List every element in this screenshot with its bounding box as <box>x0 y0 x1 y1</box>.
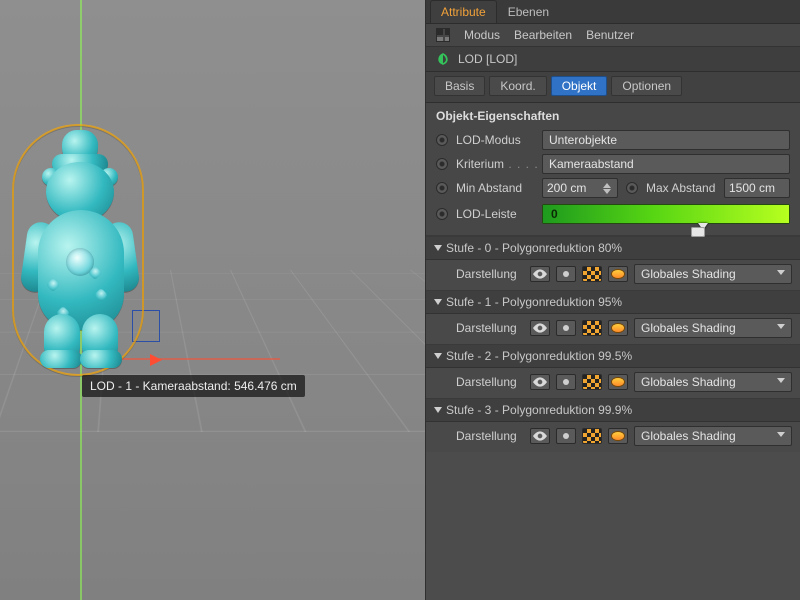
select-lod-modus-value: Unterobjekte <box>549 133 617 147</box>
stage-0-darstellung-label: Darstellung <box>434 267 524 281</box>
stage-1-darstellung-label: Darstellung <box>434 321 524 335</box>
stage-2-title: Stufe - 2 - Polygonreduktion 99.5% <box>446 349 632 363</box>
3d-viewport[interactable]: LOD - 1 - Kameraabstand: 546.476 cm <box>0 0 425 600</box>
select-lod-modus[interactable]: Unterobjekte <box>542 130 790 150</box>
shading-preview-icon[interactable] <box>608 374 628 390</box>
lod-object-icon <box>436 52 450 66</box>
checker-icon[interactable] <box>582 320 602 336</box>
stage-3-shading-select[interactable]: Globales Shading <box>634 426 792 446</box>
proptab-koord[interactable]: Koord. <box>489 76 546 96</box>
object-name-label: LOD [LOD] <box>458 52 517 66</box>
label-kriterium: Kriterium <box>456 157 542 171</box>
lod-leiste-gradient <box>543 205 789 223</box>
stage-0-header[interactable]: Stufe - 0 - Polygonreduktion 80% <box>426 237 800 260</box>
checker-icon[interactable] <box>582 266 602 282</box>
render-dot-icon[interactable] <box>556 374 576 390</box>
input-min-abstand-value: 200 cm <box>547 181 586 195</box>
menu-benutzer[interactable]: Benutzer <box>586 28 634 42</box>
select-kriterium[interactable]: Kameraabstand <box>542 154 790 174</box>
proptab-optionen[interactable]: Optionen <box>611 76 682 96</box>
chevron-down-icon[interactable] <box>603 189 611 198</box>
viewport-hud-label: LOD - 1 - Kameraabstand: 546.476 cm <box>82 375 305 397</box>
stage-1-header[interactable]: Stufe - 1 - Polygonreduktion 95% <box>426 291 800 314</box>
visibility-toggle-icon[interactable] <box>530 320 550 336</box>
checker-icon[interactable] <box>582 374 602 390</box>
disclosure-triangle-icon[interactable] <box>434 299 442 309</box>
visibility-toggle-icon[interactable] <box>530 266 550 282</box>
stage-1-title: Stufe - 1 - Polygonreduktion 95% <box>446 295 622 309</box>
stage-3-shading-value: Globales Shading <box>641 429 736 443</box>
stage-0-shading-select[interactable]: Globales Shading <box>634 264 792 284</box>
tab-attribute[interactable]: Attribute <box>430 0 497 23</box>
stage-1-shading-select[interactable]: Globales Shading <box>634 318 792 338</box>
stage-0: Stufe - 0 - Polygonreduktion 80% Darstel… <box>426 236 800 290</box>
render-dot-icon[interactable] <box>556 266 576 282</box>
visibility-toggle-icon[interactable] <box>530 428 550 444</box>
panel-top-tabs: Attribute Ebenen <box>426 0 800 24</box>
disclosure-triangle-icon[interactable] <box>434 245 442 255</box>
stage-3-title: Stufe - 3 - Polygonreduktion 99.9% <box>446 403 632 417</box>
radio-lod-leiste[interactable] <box>436 208 448 220</box>
visibility-toggle-icon[interactable] <box>530 374 550 390</box>
selected-object-bear[interactable] <box>18 130 138 370</box>
stage-3-darstellung-label: Darstellung <box>434 429 524 443</box>
stage-2-shading-select[interactable]: Globales Shading <box>634 372 792 392</box>
stage-1-shading-value: Globales Shading <box>641 321 736 335</box>
figure-foot-left <box>40 350 82 368</box>
render-dot-icon[interactable] <box>556 320 576 336</box>
stage-2-darstellung-label: Darstellung <box>434 375 524 389</box>
shading-preview-icon[interactable] <box>608 320 628 336</box>
disclosure-triangle-icon[interactable] <box>434 353 442 363</box>
stage-0-shading-value: Globales Shading <box>641 267 736 281</box>
input-min-abstand[interactable]: 200 cm <box>542 178 618 198</box>
proptab-objekt[interactable]: Objekt <box>551 76 608 96</box>
render-dot-icon[interactable] <box>556 428 576 444</box>
input-max-abstand-value: 1500 cm <box>729 181 775 195</box>
input-max-abstand[interactable]: 1500 cm <box>724 178 790 198</box>
figure-foot-right <box>80 350 122 368</box>
label-max-abstand: Max Abstand <box>646 181 724 195</box>
stage-1: Stufe - 1 - Polygonreduktion 95% Darstel… <box>426 290 800 344</box>
stage-2-shading-value: Globales Shading <box>641 375 736 389</box>
shading-preview-icon[interactable] <box>608 266 628 282</box>
lod-leiste-context-icon[interactable] <box>691 227 705 237</box>
menu-modus[interactable]: Modus <box>464 28 500 42</box>
attribute-panel: Attribute Ebenen Modus Bearbeiten Benutz… <box>425 0 800 600</box>
section-title: Objekt-Eigenschaften <box>436 109 790 123</box>
radio-kriterium[interactable] <box>436 158 448 170</box>
label-min-abstand: Min Abstand <box>456 181 542 195</box>
stage-2-header[interactable]: Stufe - 2 - Polygonreduktion 99.5% <box>426 345 800 368</box>
section-objekt-eigenschaften: Objekt-Eigenschaften LOD-Modus Unterobje… <box>426 103 800 236</box>
disclosure-triangle-icon[interactable] <box>434 407 442 417</box>
lod-leiste-value: 0 <box>551 207 558 221</box>
radio-lod-modus[interactable] <box>436 134 448 146</box>
stage-2: Stufe - 2 - Polygonreduktion 99.5% Darst… <box>426 344 800 398</box>
dropdown-arrow-icon <box>777 432 785 441</box>
panel-menubar: Modus Bearbeiten Benutzer <box>426 24 800 47</box>
label-lod-modus: LOD-Modus <box>456 133 542 147</box>
panel-grid-icon[interactable] <box>436 28 450 42</box>
label-lod-leiste: LOD-Leiste <box>456 207 542 221</box>
chevron-up-icon[interactable] <box>603 179 611 188</box>
select-kriterium-value: Kameraabstand <box>549 157 634 171</box>
tab-ebenen[interactable]: Ebenen <box>497 0 560 23</box>
lod-leiste-slider[interactable]: 0 <box>542 204 790 224</box>
radio-max-abstand[interactable] <box>626 182 638 194</box>
dropdown-arrow-icon <box>777 324 785 333</box>
spinner-min-abstand[interactable] <box>603 179 613 198</box>
checker-icon[interactable] <box>582 428 602 444</box>
property-tabs: Basis Koord. Objekt Optionen <box>426 72 800 103</box>
stage-0-title: Stufe - 0 - Polygonreduktion 80% <box>446 241 622 255</box>
proptab-basis[interactable]: Basis <box>434 76 485 96</box>
gizmo-arrow-x-icon[interactable] <box>150 354 168 366</box>
stage-3: Stufe - 3 - Polygonreduktion 99.9% Darst… <box>426 398 800 452</box>
stage-3-header[interactable]: Stufe - 3 - Polygonreduktion 99.9% <box>426 399 800 422</box>
menu-bearbeiten[interactable]: Bearbeiten <box>514 28 572 42</box>
dropdown-arrow-icon <box>777 378 785 387</box>
object-header: LOD [LOD] <box>426 47 800 72</box>
radio-min-abstand[interactable] <box>436 182 448 194</box>
shading-preview-icon[interactable] <box>608 428 628 444</box>
dropdown-arrow-icon <box>777 270 785 279</box>
